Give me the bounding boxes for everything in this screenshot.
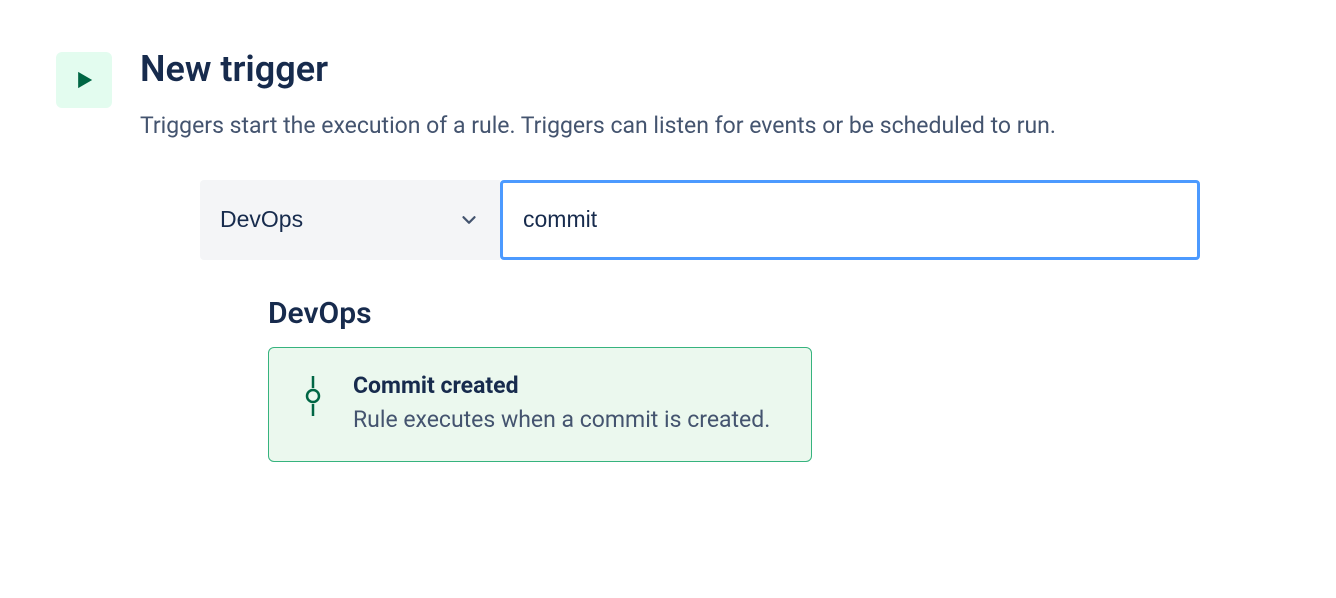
trigger-card-text: Commit created Rule executes when a comm… <box>353 372 783 438</box>
section-heading: DevOps <box>268 296 1280 331</box>
filter-row: DevOps <box>200 180 1280 260</box>
page-description: Triggers start the execution of a rule. … <box>140 109 1280 144</box>
play-icon <box>70 66 98 94</box>
header-text: New trigger Triggers start the execution… <box>140 48 1280 462</box>
trigger-card-title: Commit created <box>353 372 783 399</box>
trigger-card-description: Rule executes when a commit is created. <box>353 403 783 438</box>
chevron-down-icon <box>458 209 480 231</box>
trigger-icon-box <box>56 52 112 108</box>
search-input[interactable] <box>500 180 1200 260</box>
category-dropdown[interactable]: DevOps <box>200 180 500 260</box>
results-section: DevOps Commit created Rule executes when… <box>268 296 1280 463</box>
trigger-card-commit-created[interactable]: Commit created Rule executes when a comm… <box>268 347 812 463</box>
header-row: New trigger Triggers start the execution… <box>56 48 1280 462</box>
commit-icon <box>305 376 321 416</box>
category-dropdown-label: DevOps <box>220 206 303 233</box>
commit-icon-col <box>297 372 329 416</box>
page-title: New trigger <box>140 48 1280 91</box>
